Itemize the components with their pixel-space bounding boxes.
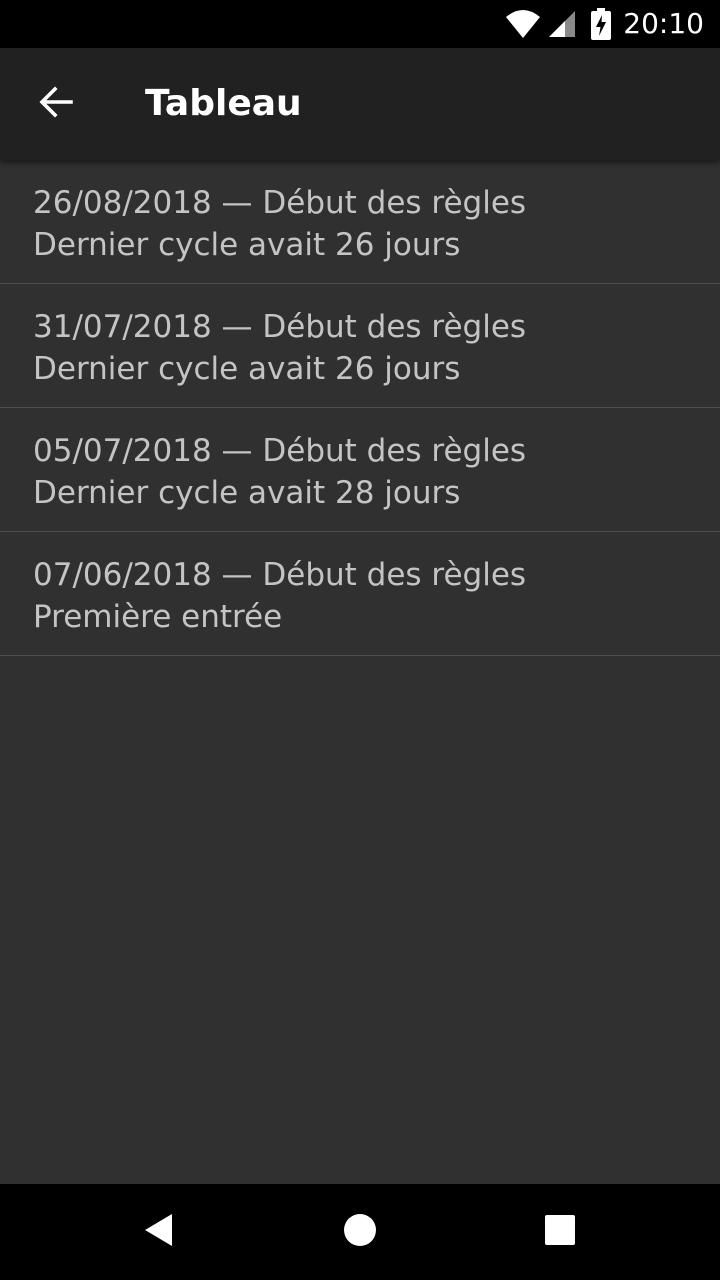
- list-item[interactable]: 07/06/2018 — Début des règles Première e…: [0, 532, 720, 656]
- list-item[interactable]: 26/08/2018 — Début des règles Dernier cy…: [0, 160, 720, 284]
- home-circle-icon: [342, 1212, 378, 1252]
- entry-date-line: 31/07/2018 — Début des règles: [33, 309, 527, 345]
- entry-cycle-line: Première entrée: [33, 599, 283, 635]
- back-button[interactable]: [24, 80, 88, 128]
- navigation-bar: [0, 1184, 720, 1280]
- nav-back-button[interactable]: [136, 1208, 184, 1256]
- entry-cycle-line: Dernier cycle avait 26 jours: [33, 351, 461, 387]
- entry-date-line: 05/07/2018 — Début des règles: [33, 433, 527, 469]
- status-time: 20:10: [623, 7, 704, 40]
- app-bar: Tableau: [0, 48, 720, 160]
- list-item[interactable]: 05/07/2018 — Début des règles Dernier cy…: [0, 408, 720, 532]
- battery-charging-icon: [591, 8, 612, 40]
- entry-cycle-line: Dernier cycle avait 28 jours: [33, 475, 461, 511]
- arrow-back-icon: [38, 84, 74, 124]
- nav-recents-button[interactable]: [536, 1208, 584, 1256]
- list-item[interactable]: 31/07/2018 — Début des règles Dernier cy…: [0, 284, 720, 408]
- entry-date-line: 07/06/2018 — Début des règles: [33, 557, 527, 593]
- page-title: Tableau: [145, 83, 302, 124]
- cell-signal-icon: [547, 9, 577, 39]
- status-bar: 20:10: [0, 0, 720, 48]
- nav-home-button[interactable]: [336, 1208, 384, 1256]
- status-icons: 20:10: [505, 0, 704, 48]
- entries-list: 26/08/2018 — Début des règles Dernier cy…: [0, 160, 720, 656]
- recents-square-icon: [544, 1214, 576, 1250]
- entry-cycle-line: Dernier cycle avait 26 jours: [33, 227, 461, 263]
- wifi-icon: [505, 9, 541, 39]
- back-triangle-icon: [142, 1212, 178, 1252]
- entry-date-line: 26/08/2018 — Début des règles: [33, 185, 527, 221]
